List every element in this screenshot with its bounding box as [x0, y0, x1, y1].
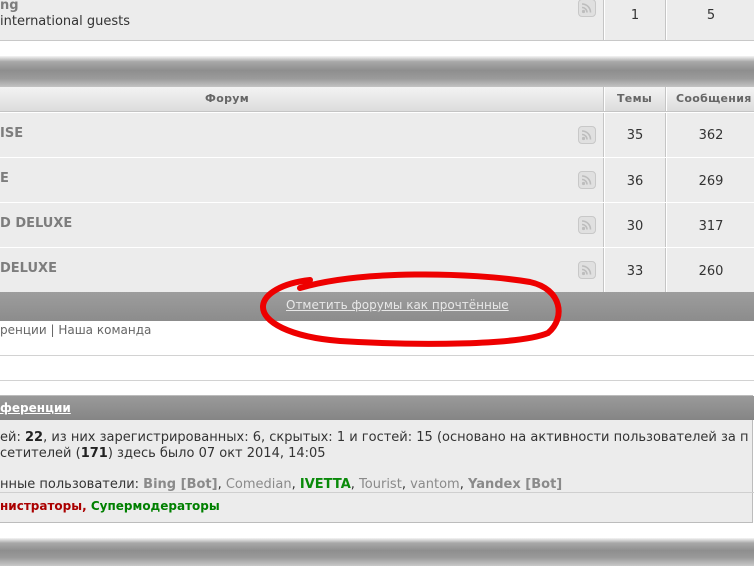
legend-separator: ,: [82, 499, 87, 513]
user-separator: ,: [459, 477, 464, 492]
column-divider: [665, 203, 666, 247]
header-topics: Темы: [617, 92, 653, 105]
column-divider: [603, 0, 604, 40]
registered-users-line: нные пользователи: Bing [Bot], Comedian,…: [0, 477, 562, 492]
rss-feed-icon[interactable]: [578, 0, 596, 17]
topics-count: 36: [626, 174, 644, 189]
forum-title[interactable]: D DELUXE: [0, 216, 72, 231]
column-divider: [603, 87, 604, 111]
category-header-bar: [0, 56, 754, 88]
forum-row: E 36 269: [0, 157, 754, 203]
record-suffix: ) здесь было 07 окт 2014, 14:05: [107, 446, 326, 461]
column-divider: [665, 87, 666, 111]
column-divider: [665, 113, 666, 157]
user-link[interactable]: Yandex [Bot]: [468, 477, 562, 492]
forum-row-top: ng international guests 1 5: [0, 0, 754, 41]
user-link[interactable]: Tourist: [359, 477, 402, 492]
forum-table-header: Форум Темы Сообщения: [0, 87, 754, 112]
mark-forums-read-link[interactable]: Отметить форумы как прочтённые: [286, 298, 509, 312]
user-link[interactable]: IVETTA: [300, 477, 351, 492]
column-divider: [665, 0, 666, 40]
topics-count: 33: [626, 264, 644, 279]
rss-feed-icon[interactable]: [578, 261, 596, 279]
footer-links: ренции | Наша команда: [0, 323, 151, 337]
forum-row: DELUXE 33 260: [0, 247, 754, 293]
online-count-line: ей: 22, из них зарегистрированных: 6, ск…: [0, 430, 749, 445]
topics-count: 1: [630, 8, 640, 23]
rss-feed-icon[interactable]: [578, 171, 596, 189]
online-total: 22: [24, 430, 44, 445]
legend-administrators[interactable]: нистраторы: [0, 499, 82, 513]
divider: [0, 492, 754, 493]
column-divider: [665, 248, 666, 292]
posts-count: 362: [698, 128, 724, 143]
column-divider: [603, 158, 604, 202]
column-divider: [665, 158, 666, 202]
rss-feed-icon[interactable]: [578, 216, 596, 234]
divider: [0, 380, 754, 381]
record-count: 171: [80, 446, 108, 461]
user-link[interactable]: Comedian: [226, 477, 292, 492]
posts-count: 269: [698, 174, 724, 189]
header-posts: Сообщения: [676, 92, 752, 105]
rss-feed-icon[interactable]: [578, 126, 596, 144]
user-link[interactable]: vantom: [410, 477, 460, 492]
posts-count: 317: [698, 219, 724, 234]
online-prefix: ей:: [0, 430, 21, 445]
legend-supermoderators[interactable]: Супермодераторы: [91, 499, 220, 513]
forum-title[interactable]: ng: [0, 0, 19, 13]
column-divider: [603, 113, 604, 157]
user-separator: ,: [291, 477, 296, 492]
column-divider: [603, 248, 604, 292]
posts-count: 260: [698, 264, 724, 279]
who-is-online-box: ференции ей: 22, из них зарегистрированн…: [0, 395, 754, 523]
user-link[interactable]: Bing [Bot]: [143, 477, 217, 492]
header-forum: Форум: [205, 92, 250, 105]
forum-title[interactable]: ISE: [0, 126, 23, 141]
forum-row: ISE 35 362: [0, 112, 754, 158]
forum-row: D DELUXE 30 317: [0, 202, 754, 248]
who-is-online-link[interactable]: ференции: [0, 401, 71, 415]
forum-title[interactable]: E: [0, 171, 9, 186]
posts-count: 5: [706, 8, 716, 23]
user-separator: ,: [217, 477, 222, 492]
who-is-online-header: ференции: [0, 396, 754, 420]
mark-read-bar: Отметить форумы как прочтённые: [0, 292, 754, 321]
forum-title[interactable]: DELUXE: [0, 261, 57, 276]
topics-count: 30: [626, 219, 644, 234]
users-label: нные пользователи:: [0, 477, 140, 492]
user-separator: ,: [401, 477, 406, 492]
topics-count: 35: [626, 128, 644, 143]
online-breakdown: , из них зарегистрированных: 6, скрытых:…: [43, 430, 749, 445]
forum-description: international guests: [0, 14, 131, 29]
conference-link[interactable]: ренции: [0, 323, 47, 337]
record-prefix: сетителей (: [0, 446, 81, 461]
footer-bar: [0, 538, 754, 566]
team-link[interactable]: Наша команда: [58, 323, 151, 337]
record-line: сетителей (171) здесь было 07 окт 2014, …: [0, 446, 326, 461]
column-divider: [603, 203, 604, 247]
divider: [0, 355, 754, 356]
group-legend: нистраторы, Супермодераторы: [0, 499, 220, 513]
user-separator: ,: [350, 477, 355, 492]
link-separator: |: [50, 323, 55, 337]
